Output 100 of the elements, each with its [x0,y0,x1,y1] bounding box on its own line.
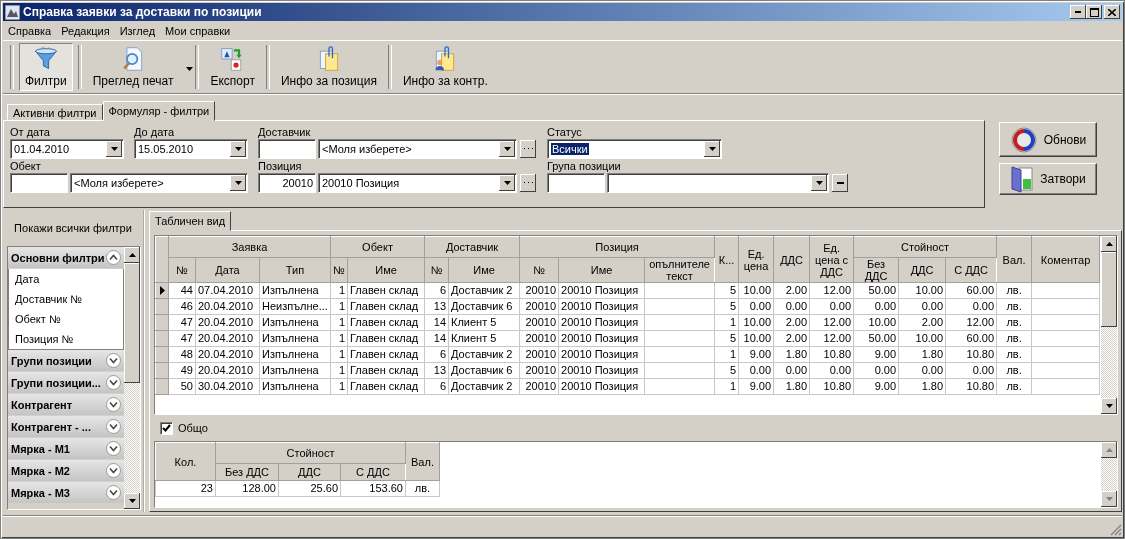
table-cell: Изпълнена [259,346,331,363]
table-cell: 14 [424,314,449,331]
minimize-button[interactable] [1070,5,1086,19]
column-header[interactable]: Ед. цена с ДДС [809,236,854,283]
close-button[interactable] [1104,5,1120,19]
toolbar-button[interactable]: Преглед печат [86,43,191,91]
action-button[interactable]: Обнови [999,122,1097,157]
filter-group-header[interactable]: Контрагент - ... [8,416,124,438]
expand-chevron-icon[interactable] [106,463,121,478]
filter-item[interactable]: Обект № [9,309,123,329]
code-field[interactable] [10,173,68,193]
filter-item[interactable]: Доставчик № [9,289,123,309]
menu-item[interactable]: Изглед [114,24,161,37]
column-header[interactable]: Име [558,257,645,283]
table-cell: 1 [330,282,348,299]
column-header[interactable]: Ед. цена [738,236,774,283]
expand-chevron-icon[interactable] [106,419,121,434]
menu-item[interactable]: Редакция [56,24,115,37]
filter-item[interactable]: Позиция № [9,329,123,349]
table-cell: Клиент 5 [448,330,520,347]
tab[interactable]: Табличен вид [149,211,232,231]
column-header[interactable]: Коментар [1031,236,1100,283]
scrollbar[interactable] [124,247,140,509]
table-cell: 9.00 [853,378,899,395]
maximize-button[interactable] [1086,5,1102,19]
tab[interactable]: Формуляр - филтри [102,101,216,121]
table-cell: 10.80 [809,346,854,363]
code-field[interactable] [547,173,605,193]
field-label: Статус [547,125,583,139]
dropdown-button[interactable] [230,141,246,157]
filter-group-header[interactable]: Мярка - М3 [8,482,124,504]
table-cell [1031,298,1100,315]
filter-group-header[interactable]: Мярка - М1 [8,438,124,460]
refresh-icon [1009,125,1038,154]
combo-box[interactable]: 01.04.2010 [10,139,124,159]
table-cell: 1 [330,298,348,315]
close-icon [1108,8,1116,16]
table-cell: 5 [714,282,739,299]
column-header[interactable]: К... [714,236,739,283]
tab[interactable]: Активни филтри [7,104,103,120]
dropdown-button[interactable] [811,175,827,191]
column-header[interactable]: Вал. [405,442,440,481]
code-field[interactable]: 20010 [258,173,316,193]
combo-box[interactable]: 20010 Позиция [318,173,517,193]
table-cell: 50.00 [853,330,899,347]
table-cell: 10.00 [853,314,899,331]
dropdown-button[interactable] [106,141,122,157]
scroll-up-arrow-icon[interactable] [1105,242,1113,246]
table-cell: Главен склад [347,346,425,363]
collapse-chevron-icon[interactable] [106,250,121,265]
column-header[interactable]: Кол. [155,442,216,481]
table-cell: 12.00 [809,282,854,299]
scroll-down-arrow-icon[interactable] [1105,404,1113,408]
code-field[interactable] [258,139,316,159]
resize-grip-icon[interactable] [1110,524,1122,536]
table-cell: Главен склад [347,282,425,299]
checkbox[interactable] [160,421,173,435]
checkbox-label[interactable]: Общо [178,422,208,434]
column-header[interactable]: Вал. [996,236,1032,283]
menu-item[interactable]: Мои справки [160,24,236,37]
table-cell: 10.00 [738,282,774,299]
filter-group-header[interactable]: Групи позиции [8,350,124,372]
action-button[interactable]: Затвори [999,163,1097,195]
dropdown-button[interactable] [499,175,515,191]
table-cell [644,330,715,347]
browse-button[interactable] [520,174,536,192]
filter-item[interactable]: Дата [9,269,123,289]
filter-group-header[interactable]: Основни филтри [8,247,124,269]
toolbar-button[interactable]: Инфо за контр. [396,43,494,91]
scrollbar[interactable] [1101,236,1117,414]
toolbar-button[interactable]: Филтри [19,43,73,91]
filter-group-header[interactable]: Групи позиции... [8,372,124,394]
filter-group-header[interactable]: Контрагент [8,394,124,416]
table-cell: Клиент 5 [448,314,520,331]
scroll-up-arrow-icon[interactable] [128,253,136,257]
column-header[interactable]: ДДС [773,236,810,283]
combo-box[interactable]: Всички [547,139,722,159]
expand-chevron-icon[interactable] [106,375,121,390]
combo-box[interactable]: <Моля изберете> [318,139,517,159]
dropdown-button[interactable] [704,141,720,157]
dropdown-button[interactable] [499,141,515,157]
expand-chevron-icon[interactable] [106,397,121,412]
caret-icon [234,181,242,185]
expand-chevron-icon[interactable] [106,485,121,500]
scroll-down-arrow-icon[interactable] [128,499,136,503]
combo-box[interactable]: <Моля изберете> [70,173,248,193]
combo-box[interactable]: 15.05.2010 [134,139,248,159]
table-cell [644,282,715,299]
browse-button[interactable] [520,140,536,158]
combo-box[interactable] [607,173,829,193]
table-cell [644,362,715,379]
expand-chevron-icon[interactable] [106,441,121,456]
menu-item[interactable]: Справка [3,24,57,37]
clear-button[interactable] [832,174,848,192]
toolbar-button[interactable]: Експорт [204,43,261,91]
dropdown-button[interactable] [230,175,246,191]
filter-group-header[interactable]: Мярка - М2 [8,460,124,482]
table-cell: 20010 [519,346,559,363]
toolbar-button[interactable]: Инфо за позиция [274,43,383,91]
expand-chevron-icon[interactable] [106,353,121,368]
